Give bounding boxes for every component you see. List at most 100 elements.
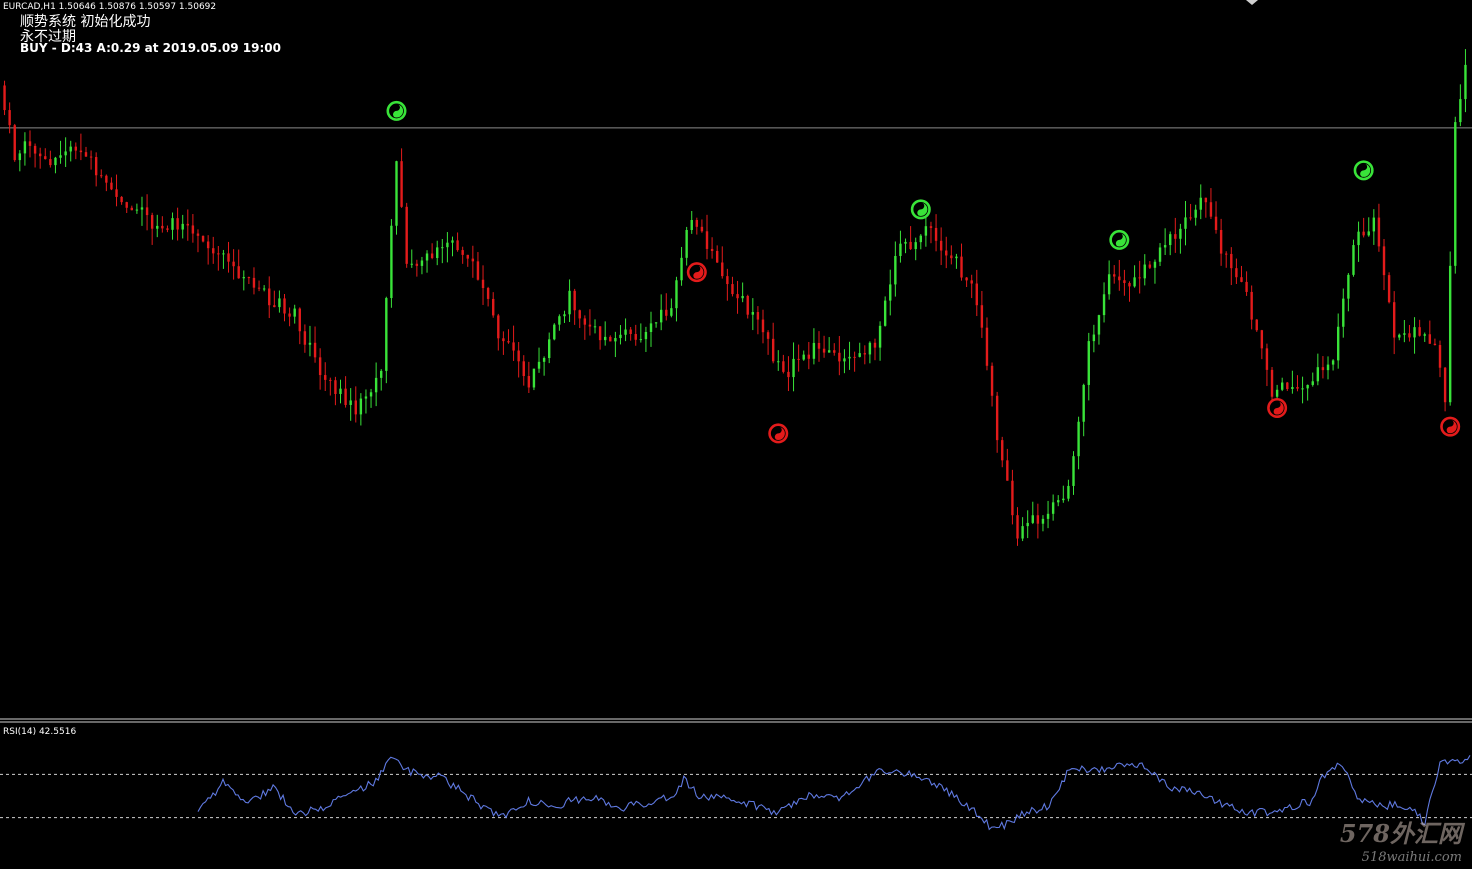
candle-body xyxy=(84,152,88,157)
candle-body xyxy=(649,323,653,332)
candle-body xyxy=(451,240,454,243)
candle-body xyxy=(486,288,490,299)
candle-body xyxy=(1347,274,1350,299)
candle-body xyxy=(573,290,576,311)
candle-body xyxy=(726,276,729,285)
buy-signal-yin-yang-icon[interactable] xyxy=(1109,229,1130,250)
candle-body xyxy=(690,220,693,230)
candle-body xyxy=(1235,268,1238,278)
candle xyxy=(1255,319,1258,332)
candle-body xyxy=(13,125,16,161)
candle-body xyxy=(782,361,785,372)
candle-body xyxy=(115,189,118,197)
candle-body xyxy=(1352,245,1355,275)
candle-body xyxy=(1031,515,1034,523)
candle-body xyxy=(74,146,78,151)
candle-body xyxy=(1092,334,1096,342)
candle-body xyxy=(838,352,841,362)
candle-body xyxy=(700,226,704,232)
trading-chart[interactable] xyxy=(0,0,1472,869)
candle-body xyxy=(1026,522,1029,527)
candle-body xyxy=(766,332,770,339)
candle-body xyxy=(94,157,98,176)
candle-body xyxy=(288,313,291,317)
candle-body xyxy=(1067,485,1070,499)
candle-body xyxy=(863,353,867,355)
candle-body xyxy=(1357,231,1360,246)
candle-body xyxy=(812,342,816,359)
candle-body xyxy=(1148,264,1152,268)
candle-body xyxy=(1286,382,1289,389)
candle-body xyxy=(1051,502,1055,514)
candle-body xyxy=(1082,384,1085,422)
candle-body xyxy=(843,358,846,362)
candle-body xyxy=(512,342,515,351)
candle-body xyxy=(588,324,592,327)
candle-body xyxy=(313,342,317,358)
buy-signal-yin-yang-icon[interactable] xyxy=(386,100,407,121)
buy-signal-yin-yang-icon[interactable] xyxy=(910,199,931,220)
candle-body xyxy=(522,361,525,377)
candle-body xyxy=(425,253,429,261)
candle-body xyxy=(339,388,342,394)
candle-body xyxy=(446,242,449,248)
candle-body xyxy=(23,141,27,154)
sell-signal-yin-yang-icon[interactable] xyxy=(686,262,707,283)
candle-body xyxy=(33,145,37,154)
candle-body xyxy=(456,240,459,251)
candle-body xyxy=(955,256,958,259)
candle-body xyxy=(140,207,144,210)
sell-signal-yin-yang-icon[interactable] xyxy=(1267,397,1288,418)
candle-body xyxy=(1448,265,1452,403)
buy-signal-yin-yang-icon[interactable] xyxy=(1353,160,1374,181)
candle-body xyxy=(990,365,994,396)
candle-body xyxy=(1214,216,1218,230)
candle-body xyxy=(1077,421,1080,457)
candle-body xyxy=(680,257,683,281)
candle-body xyxy=(934,227,938,241)
sell-signal-yin-yang-icon[interactable] xyxy=(1440,416,1461,437)
candle-body xyxy=(1392,302,1396,338)
candle-body xyxy=(1006,460,1009,481)
candle-body xyxy=(1428,334,1432,344)
candle-body xyxy=(18,153,22,161)
candle-body xyxy=(1331,360,1335,365)
candle-body xyxy=(756,312,760,320)
candle-body xyxy=(1342,298,1345,327)
candle-body xyxy=(807,354,811,359)
candle-body xyxy=(1245,281,1248,292)
candle-body xyxy=(1118,276,1121,281)
candle-body xyxy=(1133,277,1136,287)
candle-body xyxy=(420,260,424,266)
candle-body xyxy=(1143,264,1146,279)
candle-body xyxy=(736,294,739,299)
candle-body xyxy=(150,215,154,229)
candle-body xyxy=(685,229,688,258)
candle-body xyxy=(441,247,444,249)
candle-body xyxy=(1464,64,1467,100)
candle-body xyxy=(945,250,948,256)
candle-body xyxy=(247,277,251,279)
candle-body xyxy=(191,225,195,234)
candle-body xyxy=(1336,326,1340,361)
candle-body xyxy=(873,342,877,348)
candle-body xyxy=(69,146,72,152)
candle xyxy=(385,296,388,384)
candle-body xyxy=(502,338,505,342)
candle-body xyxy=(1219,229,1223,254)
candle-body xyxy=(481,279,485,289)
candle-body xyxy=(232,261,235,267)
chart-background xyxy=(0,0,1472,869)
sell-signal-yin-yang-icon[interactable] xyxy=(768,423,789,444)
candle-body xyxy=(1057,500,1060,503)
candle-body xyxy=(3,85,6,111)
candle-body xyxy=(176,218,179,230)
candle-body xyxy=(212,248,215,254)
candle-body xyxy=(364,396,368,399)
candle-body xyxy=(1179,228,1182,239)
candle-body xyxy=(436,247,439,259)
candle-body xyxy=(537,361,541,369)
candle-body xyxy=(1107,274,1111,295)
candle-body xyxy=(761,319,765,333)
candle-body xyxy=(329,379,332,381)
